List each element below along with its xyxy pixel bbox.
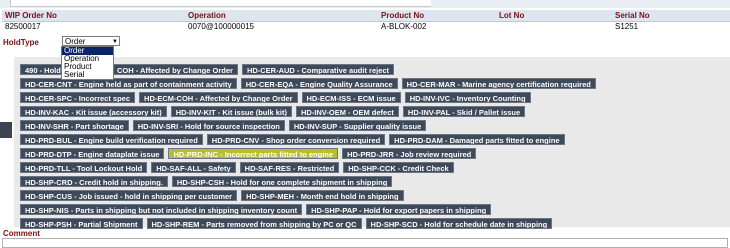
- hold-code-button[interactable]: HD-CER-MAR - Marine agency certification…: [401, 78, 596, 89]
- hold-button-row: HD-SHP-CRD - Credit hold in shipping. HD-…: [20, 176, 728, 187]
- cell-operation: 0070@100000015: [188, 22, 254, 31]
- hold-code-button[interactable]: HD-INV-SHR - Part shortage: [20, 120, 129, 131]
- hold-code-button[interactable]: HD-SHP-CRD - Credit hold in shipping.: [20, 176, 168, 187]
- holdtype-select[interactable]: Order ▼: [62, 36, 120, 46]
- hold-code-button[interactable]: HD-PRD-DTP - Engine dataplate issue: [20, 148, 165, 159]
- cell-wip-order-no: 82500017: [5, 22, 41, 31]
- hold-code-button[interactable]: HD-CER-EQA - Engine Quality Assurance: [240, 78, 398, 89]
- hold-button-row: HD-SHP-CUS - Job issued - hold in shippi…: [20, 190, 728, 201]
- hold-code-button[interactable]: HD-INV-KAC - Kit issue (accessory kit): [20, 106, 167, 117]
- top-panel: [10, 0, 431, 7]
- hold-button-row: HD-PRD-TLL - Tool Lockout Hold HD-SAF-ALL…: [20, 162, 728, 173]
- holdtype-selected-value: Order: [65, 37, 86, 46]
- hold-code-button[interactable]: HD-SHP-CCK - Credit Check: [343, 162, 454, 173]
- hold-code-button[interactable]: HD-SHP-SCD - Hold for schedule date in s…: [365, 218, 553, 229]
- table-header-row: WIP Order No Operation Product No Lot No…: [2, 10, 730, 22]
- hold-code-button[interactable]: HD-SAF-ALL - Safety: [151, 162, 236, 173]
- hold-code-button[interactable]: HD-PRD-INC - Incorrect parts fitted to e…: [168, 148, 339, 159]
- hold-code-button[interactable]: HD-SHP-MEH - Month end hold in shipping: [241, 190, 404, 201]
- hold-code-button[interactable]: HD-PRD-JRR - Job review required: [342, 148, 477, 159]
- hold-code-button[interactable]: HD-ECM-COH - Affected by Change Order: [139, 92, 298, 103]
- hold-code-button[interactable]: HD-SHP-REM - Parts removed from shipping…: [146, 218, 362, 229]
- holdtype-label: HoldType: [3, 38, 39, 47]
- hold-button-row: HD-INV-KAC - Kit issue (accessory kit) HD…: [20, 106, 728, 117]
- hold-code-button[interactable]: HD-PRD-CNV - Shop order conversion requi…: [206, 134, 386, 145]
- hold-code-button[interactable]: HD-PRD-TLL - Tool Lockout Hold: [20, 162, 148, 173]
- table-row[interactable]: 82500017 0070@100000015 A-BLOK-002 S1251: [2, 22, 730, 33]
- hold-code-button[interactable]: HD-SHP-PSH - Partial Shipment: [20, 218, 143, 229]
- hold-code-button[interactable]: HD-ECM-ISS - ECM issue: [301, 92, 401, 103]
- hold-code-button[interactable]: HD-CER-SPC - Incorrect spec: [20, 92, 136, 103]
- col-serial-no: Serial No: [612, 10, 730, 22]
- cell-serial-no: S1251: [615, 22, 639, 31]
- hold-code-button[interactable]: HD-SHP-CSH - Hold for one complete shipm…: [171, 176, 393, 187]
- comment-field[interactable]: [2, 238, 728, 248]
- hold-button-row: HD-SHP-NIS - Parts in shipping but not i…: [20, 204, 728, 215]
- hold-button-row: 490 - Hold y counting.COH - Affected by …: [20, 64, 728, 75]
- hold-code-buttons: 490 - Hold y counting.COH - Affected by …: [20, 64, 728, 232]
- hold-button-row: HD-SHP-PSH - Partial Shipment HD-SHP-REM …: [20, 218, 728, 229]
- col-lot-no: Lot No: [496, 10, 612, 22]
- comment-label: Comment: [3, 229, 40, 238]
- hold-code-button[interactable]: HD-INV-IVC - Inventory Counting: [404, 92, 531, 103]
- hold-code-button[interactable]: HD-INV-OEM - OEM defect: [295, 106, 399, 117]
- hold-code-button[interactable]: HD-PRD-DAM - Damaged parts fitted to eng…: [389, 134, 565, 145]
- hold-code-button[interactable]: HD-PRD-BUL - Engine build verification r…: [20, 134, 203, 145]
- hold-code-button[interactable]: HD-SAF-RES - Restricted: [239, 162, 340, 173]
- hold-code-button[interactable]: HD-INV-KIT - Kit issue (bulk kit): [170, 106, 292, 117]
- col-operation: Operation: [185, 10, 378, 22]
- cell-product-no: A-BLOK-002: [381, 22, 427, 31]
- window-top-bar: [0, 0, 730, 8]
- wip-order-table: WIP Order No Operation Product No Lot No…: [2, 10, 730, 32]
- col-product-no: Product No: [378, 10, 496, 22]
- holdtype-dropdown-list[interactable]: Order Operation Product Serial: [61, 46, 114, 80]
- hold-code-button[interactable]: COH - Affected by Change Order: [111, 64, 238, 75]
- hold-button-row: HD-CER-CNT - Engine held as part of cont…: [20, 78, 728, 89]
- hold-code-button[interactable]: HD-SHP-CUS - Job issued - hold in shippi…: [20, 190, 238, 201]
- hold-code-button[interactable]: HD-CER-AUD - Comparative audit reject: [241, 64, 395, 75]
- side-panel-edge: [0, 122, 12, 138]
- hold-button-row: HD-INV-SHR - Part shortage HD-INV-SRI - H…: [20, 120, 728, 131]
- col-wip-order-no: WIP Order No: [2, 10, 185, 22]
- hold-code-button[interactable]: HD-INV-SRI - Hold for source inspection: [132, 120, 285, 131]
- hold-code-button[interactable]: HD-SHP-NIS - Parts in shipping but not i…: [20, 204, 303, 215]
- hold-button-row: HD-PRD-DTP - Engine dataplate issue HD-PR…: [20, 148, 728, 159]
- dropdown-option-serial[interactable]: Serial: [62, 71, 113, 79]
- hold-button-row: HD-PRD-BUL - Engine build verification r…: [20, 134, 728, 145]
- hold-code-button[interactable]: HD-INV-PAL - Skid / Pallet issue: [402, 106, 526, 117]
- hold-code-button[interactable]: HD-SHP-PAP - Hold for export papers in s…: [306, 204, 492, 215]
- cell-lot-no: [496, 22, 612, 33]
- hold-code-button[interactable]: HD-INV-SUP - Supplier quality issue: [288, 120, 427, 131]
- hold-button-row: HD-CER-SPC - Incorrect spec HD-ECM-COH - …: [20, 92, 728, 103]
- hold-code-button[interactable]: HD-CER-CNT - Engine held as part of cont…: [20, 78, 237, 89]
